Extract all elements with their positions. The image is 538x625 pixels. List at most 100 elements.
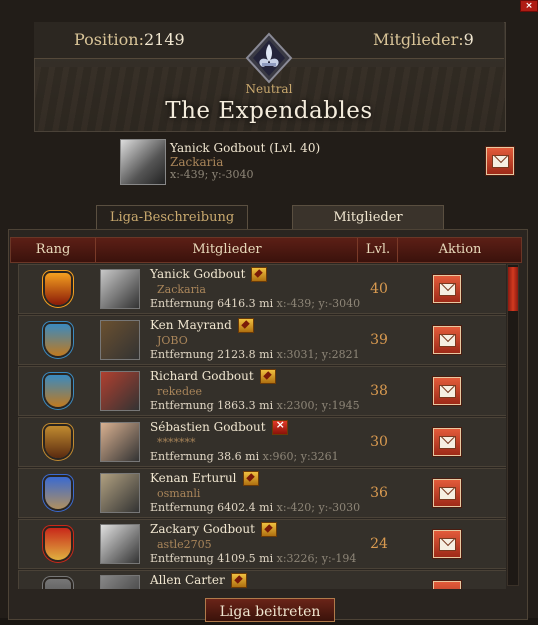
tab-members[interactable]: Mitglieder <box>292 205 444 230</box>
member-name[interactable]: Ken Mayrand <box>150 318 254 333</box>
avatar[interactable] <box>100 575 140 589</box>
member-level: 38 <box>370 383 388 399</box>
avatar[interactable] <box>100 524 140 564</box>
scrollbar-thumb[interactable] <box>508 267 518 311</box>
rank-crest-shape <box>45 324 71 356</box>
header-members[interactable]: Mitglieder <box>95 238 358 262</box>
winged-helm-rank-icon <box>37 369 81 413</box>
leader-org: Zackaria <box>170 155 224 169</box>
member-row[interactable]: Kenan Erturul osmanli Entfernung 6402.4 mi… <box>18 468 506 518</box>
avatar[interactable] <box>100 371 140 411</box>
member-level: 30 <box>370 434 388 450</box>
member-name[interactable]: Allen Carter <box>150 573 247 588</box>
guild-member-count: Mitglieder:9 <box>373 30 474 49</box>
member-row[interactable]: Allen Carter <box>18 570 506 589</box>
member-name[interactable]: Kenan Erturul <box>150 471 259 486</box>
pin-icon[interactable] <box>230 573 247 588</box>
member-coords: x:-420; y:-3030 <box>276 501 361 514</box>
fleur-de-lis-emblem-icon <box>245 32 293 84</box>
member-row[interactable]: Sébastien Godbout *******Entfernung 38.6 … <box>18 417 506 467</box>
message-member-button[interactable] <box>433 479 461 507</box>
mail-icon <box>439 538 456 551</box>
member-org: osmanli <box>157 487 201 500</box>
members-table-header: Rang Mitglieder Lvl. Aktion <box>10 237 522 263</box>
distance-label: Entfernung <box>150 552 214 565</box>
member-name-text: Sébastien Godbout <box>150 420 266 434</box>
leader-name[interactable]: Yanick Godbout (Lvl. 40) <box>170 141 320 155</box>
message-member-button[interactable] <box>433 428 461 456</box>
distance-value: 38.6 <box>217 450 242 463</box>
member-row[interactable]: Richard Godbout rekedee Entfernung 1863.3 … <box>18 366 506 416</box>
avatar[interactable] <box>100 269 140 309</box>
message-member-button[interactable] <box>433 326 461 354</box>
close-button[interactable]: × <box>520 0 538 12</box>
member-distance: Entfernung 2123.8 mi x:3031; y:2821 <box>150 348 360 361</box>
remove-member-icon[interactable] <box>271 418 288 435</box>
header-rank[interactable]: Rang <box>11 238 95 262</box>
member-name-text: Zackary Godbout <box>150 522 255 536</box>
member-name-text: Allen Carter <box>150 573 225 587</box>
member-coords: x:960; y:3261 <box>262 450 339 463</box>
tab-description[interactable]: Liga-Beschreibung <box>96 205 248 230</box>
member-name[interactable]: Yanick Godbout <box>150 267 268 282</box>
crossed-swords-rank-icon <box>37 471 81 515</box>
member-org: Zackaria <box>157 283 206 296</box>
guild-tabs: Liga-Beschreibung Mitglieder <box>0 205 538 230</box>
member-name[interactable]: Richard Godbout <box>150 369 276 384</box>
members-label: Mitglieder: <box>373 30 464 49</box>
pin-icon[interactable] <box>259 369 276 384</box>
member-distance: Entfernung 6416.3 mi x:-439; y:-3040 <box>150 297 360 310</box>
position-label: Position: <box>74 30 144 49</box>
distance-unit: mi <box>259 501 274 514</box>
pin-icon[interactable] <box>242 471 259 486</box>
mail-icon <box>439 283 456 296</box>
member-row[interactable]: Zackary Godbout astle2705 Entfernung 4109.… <box>18 519 506 569</box>
mail-icon <box>439 334 456 347</box>
distance-value: 4109.5 <box>217 552 256 565</box>
distance-value: 1863.3 <box>217 399 256 412</box>
message-member-button[interactable] <box>433 275 461 303</box>
join-guild-button[interactable]: Liga beitreten <box>205 598 335 622</box>
distance-unit: mi <box>245 450 260 463</box>
distance-unit: mi <box>259 552 274 565</box>
member-org: ******* <box>157 436 196 449</box>
distance-label: Entfernung <box>150 501 214 514</box>
rank-crest-shape <box>45 426 71 458</box>
winged-helm-rank-icon <box>37 318 81 362</box>
member-row[interactable]: Ken Mayrand JOBO Entfernung 2123.8 mi x:30… <box>18 315 506 365</box>
leader-avatar[interactable] <box>120 139 166 185</box>
member-name[interactable]: Sébastien Godbout <box>150 418 288 435</box>
member-name-text: Richard Godbout <box>150 369 254 383</box>
avatar[interactable] <box>100 320 140 360</box>
rank-crest-shape <box>45 477 71 509</box>
pin-icon[interactable] <box>237 318 254 333</box>
message-member-button[interactable] <box>433 581 461 589</box>
member-coords: x:3031; y:2821 <box>276 348 360 361</box>
position-value: 2149 <box>143 30 185 49</box>
member-name-text: Yanick Godbout <box>150 267 246 281</box>
member-name[interactable]: Zackary Godbout <box>150 522 277 537</box>
distance-value: 2123.8 <box>217 348 256 361</box>
member-coords: x:3226; y:-194 <box>276 552 357 565</box>
mail-icon <box>439 487 456 500</box>
avatar[interactable] <box>100 422 140 462</box>
avatar[interactable] <box>100 473 140 513</box>
member-row[interactable]: Yanick Godbout Zackaria Entfernung 6416.3 … <box>18 264 506 314</box>
member-level: 24 <box>370 536 388 552</box>
rank-crest-shape <box>45 528 71 560</box>
pin-icon[interactable] <box>260 522 277 537</box>
distance-label: Entfernung <box>150 348 214 361</box>
message-leader-button[interactable] <box>486 147 514 175</box>
header-level[interactable]: Lvl. <box>357 238 398 262</box>
members-scrollbar[interactable] <box>507 264 519 586</box>
header-action: Aktion <box>397 238 522 262</box>
distance-value: 6402.4 <box>217 501 256 514</box>
message-member-button[interactable] <box>433 530 461 558</box>
pin-icon[interactable] <box>251 267 268 282</box>
distance-label: Entfernung <box>150 450 214 463</box>
rank-crest-shape <box>45 579 71 589</box>
distance-unit: mi <box>259 399 274 412</box>
distance-label: Entfernung <box>150 399 214 412</box>
message-member-button[interactable] <box>433 377 461 405</box>
member-coords: x:-439; y:-3040 <box>276 297 361 310</box>
